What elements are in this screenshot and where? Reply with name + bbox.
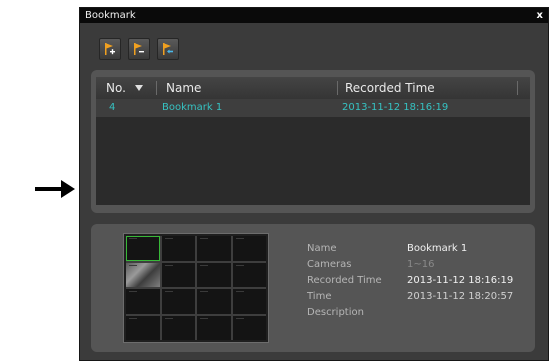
row-recorded-time: 2013-11-12 18:16:19 (342, 102, 449, 113)
bookmark-list-panel: No. Name Recorded Time 4 Bookmark 1 2013… (91, 70, 535, 213)
camera-cell (232, 315, 266, 340)
camera-cell (126, 315, 160, 340)
camera-cell (161, 236, 195, 261)
name-label: Name (307, 243, 337, 254)
camera-grid-thumbnail (123, 233, 269, 343)
flag-add-icon (105, 43, 115, 55)
camera-cell (232, 289, 266, 314)
row-no: 4 (109, 102, 116, 113)
camera-cell (197, 315, 231, 340)
bookmark-detail-panel: Name Bookmark 1 Cameras 1~16 Recorded Ti… (91, 224, 535, 352)
camera-cell (197, 236, 231, 261)
bookmark-list: No. Name Recorded Time 4 Bookmark 1 2013… (96, 77, 530, 205)
goto-bookmark-button[interactable] (157, 38, 179, 60)
table-row[interactable]: 4 Bookmark 1 2013-11-12 18:16:19 (96, 99, 530, 117)
window-title: Bookmark (85, 10, 136, 21)
recorded-time-label: Recorded Time (307, 275, 382, 286)
name-value: Bookmark 1 (407, 243, 468, 254)
cameras-value: 1~16 (407, 259, 435, 270)
camera-feed-image (126, 262, 160, 287)
toolbar (99, 38, 179, 60)
close-button[interactable]: x (537, 8, 543, 23)
description-label: Description (307, 307, 364, 318)
camera-cell (197, 262, 231, 287)
camera-cell (232, 236, 266, 261)
row-name: Bookmark 1 (162, 102, 223, 113)
camera-cell (232, 262, 266, 287)
column-header-name[interactable]: Name (166, 77, 201, 99)
camera-cell (161, 315, 195, 340)
camera-cell (197, 289, 231, 314)
flag-remove-icon (134, 43, 144, 55)
title-bar: Bookmark x (80, 8, 548, 23)
cameras-label: Cameras (307, 259, 352, 270)
column-header-recorded-time[interactable]: Recorded Time (345, 77, 435, 99)
bookmark-window: Bookmark x No. Name Recorded Time 4 Book… (79, 7, 549, 361)
time-label: Time (307, 291, 332, 302)
camera-cell (126, 289, 160, 314)
sort-descending-icon[interactable] (135, 85, 143, 91)
column-divider[interactable] (337, 81, 338, 95)
add-bookmark-button[interactable] (99, 38, 121, 60)
bookmark-info: Name Bookmark 1 Cameras 1~16 Recorded Ti… (307, 241, 527, 321)
recorded-time-value: 2013-11-12 18:16:19 (407, 275, 514, 286)
remove-bookmark-button[interactable] (128, 38, 150, 60)
camera-cell (126, 236, 160, 261)
column-header-no[interactable]: No. (106, 77, 126, 99)
camera-cell (161, 262, 195, 287)
pointer-arrow-icon (35, 180, 75, 198)
column-divider[interactable] (517, 81, 518, 95)
time-value: 2013-11-12 18:20:57 (407, 291, 514, 302)
list-header: No. Name Recorded Time (96, 77, 530, 99)
flag-return-icon (163, 43, 173, 55)
camera-grid (126, 236, 266, 340)
camera-cell (161, 289, 195, 314)
column-divider[interactable] (156, 81, 157, 95)
